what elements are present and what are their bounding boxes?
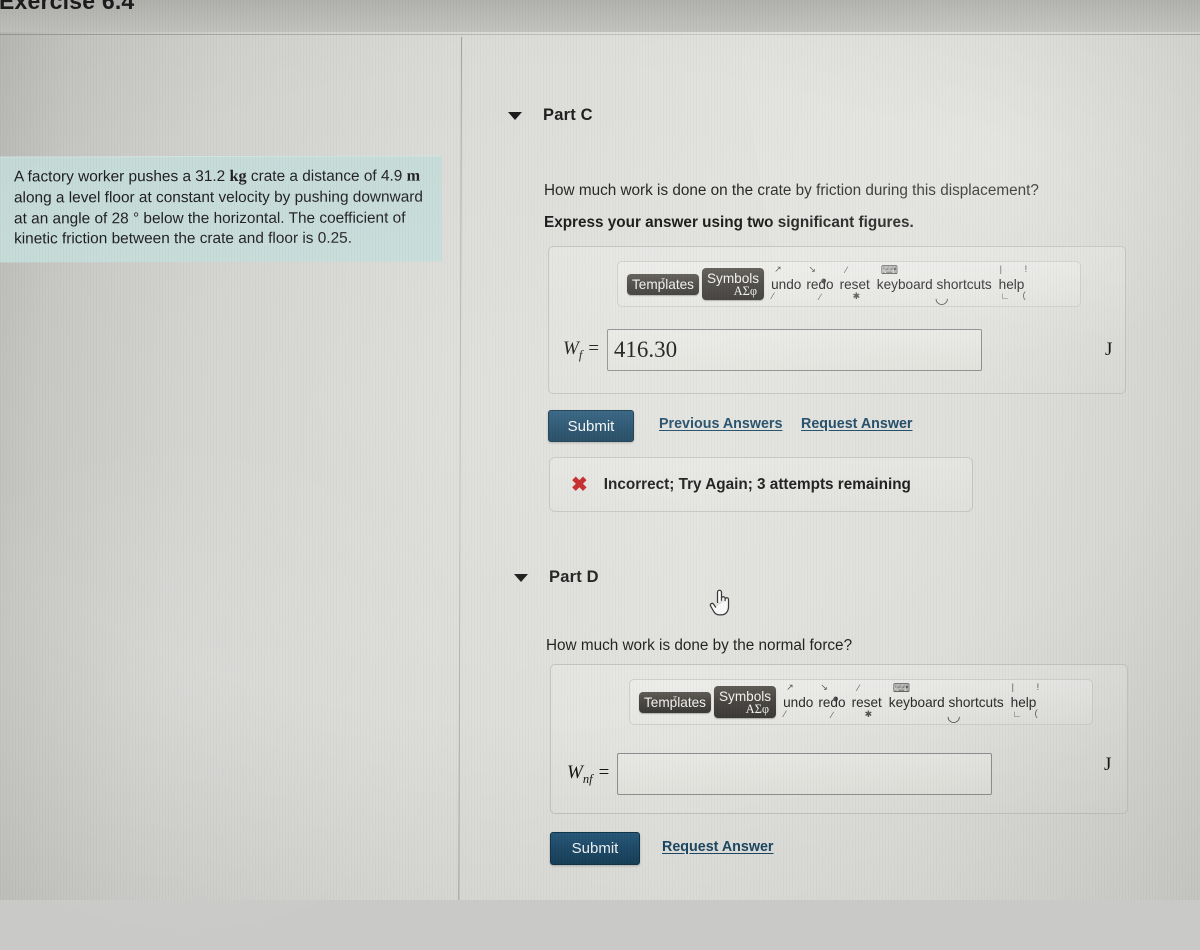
part-c-feedback-text: Incorrect; Try Again; 3 attempts remaini…: [603, 475, 911, 493]
unit-m: m: [406, 166, 421, 185]
part-c-answer-input[interactable]: [606, 329, 982, 371]
templates-button[interactable]: τ Templates: [627, 273, 699, 295]
part-d-label: Part D: [549, 568, 599, 586]
part-c-submit-button[interactable]: Submit: [548, 410, 634, 442]
problem-pane: A factory worker pushes a 31.2 kg crate …: [0, 37, 460, 900]
part-d-variable-label: Wnf =: [567, 761, 611, 786]
templates-tau-icon: τ: [661, 273, 665, 286]
templates-tau-icon: τ: [673, 691, 677, 704]
symbols-button[interactable]: Symbols ΑΣφ: [701, 268, 765, 300]
keyboard-shortcuts-button[interactable]: ⌨ ◡ keyboard shortcuts: [888, 681, 1004, 725]
symbols-button[interactable]: Symbols ΑΣφ: [713, 686, 777, 718]
keyboard-shortcuts-label: keyboard shortcuts: [888, 694, 1004, 710]
part-c-feedback-banner: ✖ Incorrect; Try Again; 3 attempts remai…: [549, 457, 973, 512]
part-d-header[interactable]: Part D: [514, 568, 599, 587]
part-d-question: How much work is done by the normal forc…: [546, 637, 853, 654]
reset-button[interactable]: ⁄ ✱ reset: [851, 683, 882, 719]
part-c-answer-card: τ Templates Symbols ΑΣφ ↗ ⁄ undo ↘ ● ∕ r…: [548, 246, 1126, 394]
part-c-variable-label: Wf =: [563, 337, 600, 362]
reset-button[interactable]: ⁄ ✱ reset: [839, 265, 870, 301]
header-divider: [0, 34, 1200, 35]
part-d-submit-button[interactable]: Submit: [550, 832, 640, 865]
part-d-submit-label: Submit: [571, 840, 619, 857]
triangle-down-icon[interactable]: [514, 573, 528, 582]
part-d-math-toolbar[interactable]: τ Templates Symbols ΑΣφ ↗ ⁄ undo ↘ ● ∕ r…: [629, 679, 1093, 725]
part-c-question: How much work is done on the crate by fr…: [544, 182, 1039, 199]
part-c-request-answer-link[interactable]: Request Answer: [801, 416, 913, 432]
templates-button[interactable]: τ Templates: [639, 691, 711, 713]
part-c-header[interactable]: Part C: [508, 106, 593, 125]
help-label: help: [998, 276, 1025, 292]
symbols-greek-icon: ΑΣφ: [733, 284, 758, 298]
answer-pane: Part C How much work is done on the crat…: [462, 37, 1200, 900]
window-top-band: [0, 0, 1200, 32]
redo-button[interactable]: ↘ ● ∕ redo: [806, 264, 834, 302]
unit-kg: kg: [229, 166, 247, 185]
redo-label: redo: [818, 694, 846, 710]
redo-label: redo: [806, 276, 834, 292]
part-d-answer-row: Wnf =: [567, 753, 993, 795]
part-c-label: Part C: [543, 106, 593, 124]
part-d-request-answer-link[interactable]: Request Answer: [662, 839, 774, 855]
triangle-down-icon[interactable]: [508, 111, 522, 120]
problem-statement-box: A factory worker pushes a 31.2 kg crate …: [0, 155, 443, 263]
page-title: Exercise 6.4: [0, 0, 135, 14]
part-c-math-toolbar[interactable]: τ Templates Symbols ΑΣφ ↗ ⁄ undo ↘ ● ∕ r…: [617, 261, 1081, 307]
pointing-hand-cursor: [709, 589, 730, 616]
help-button[interactable]: | ! ∟ ( help: [1010, 682, 1040, 719]
reset-label: reset: [851, 694, 882, 710]
problem-statement-text: A factory worker pushes a 31.2 kg crate …: [13, 166, 423, 248]
part-c-instruction: Express your answer using two significan…: [544, 214, 914, 231]
part-d-answer-input[interactable]: [617, 753, 993, 795]
reset-label: reset: [839, 276, 870, 292]
part-c-submit-label: Submit: [567, 417, 615, 435]
symbols-greek-icon: ΑΣφ: [745, 702, 770, 716]
screen-photo-surface: Exercise 6.4 A factory worker pushes a 3…: [0, 0, 1200, 950]
part-c-previous-answers-link[interactable]: Previous Answers: [659, 416, 782, 432]
part-c-answer-row: Wf =: [563, 329, 982, 371]
help-label: help: [1010, 694, 1037, 710]
help-button[interactable]: | ! ∟ ( help: [998, 264, 1028, 301]
undo-label: undo: [783, 694, 814, 710]
part-d-unit-label: J: [1104, 754, 1112, 775]
keyboard-shortcuts-button[interactable]: ⌨ ◡ keyboard shortcuts: [876, 263, 992, 307]
undo-label: undo: [771, 276, 802, 292]
part-c-unit-label: J: [1105, 339, 1113, 360]
undo-button[interactable]: ↗ ⁄ undo: [771, 264, 802, 301]
undo-button[interactable]: ↗ ⁄ undo: [783, 682, 814, 719]
part-d-answer-card: τ Templates Symbols ΑΣφ ↗ ⁄ undo ↘ ● ∕ r…: [550, 664, 1128, 814]
redo-button[interactable]: ↘ ● ∕ redo: [818, 682, 846, 720]
x-mark-icon: ✖: [571, 473, 588, 496]
keyboard-shortcuts-label: keyboard shortcuts: [876, 276, 992, 292]
